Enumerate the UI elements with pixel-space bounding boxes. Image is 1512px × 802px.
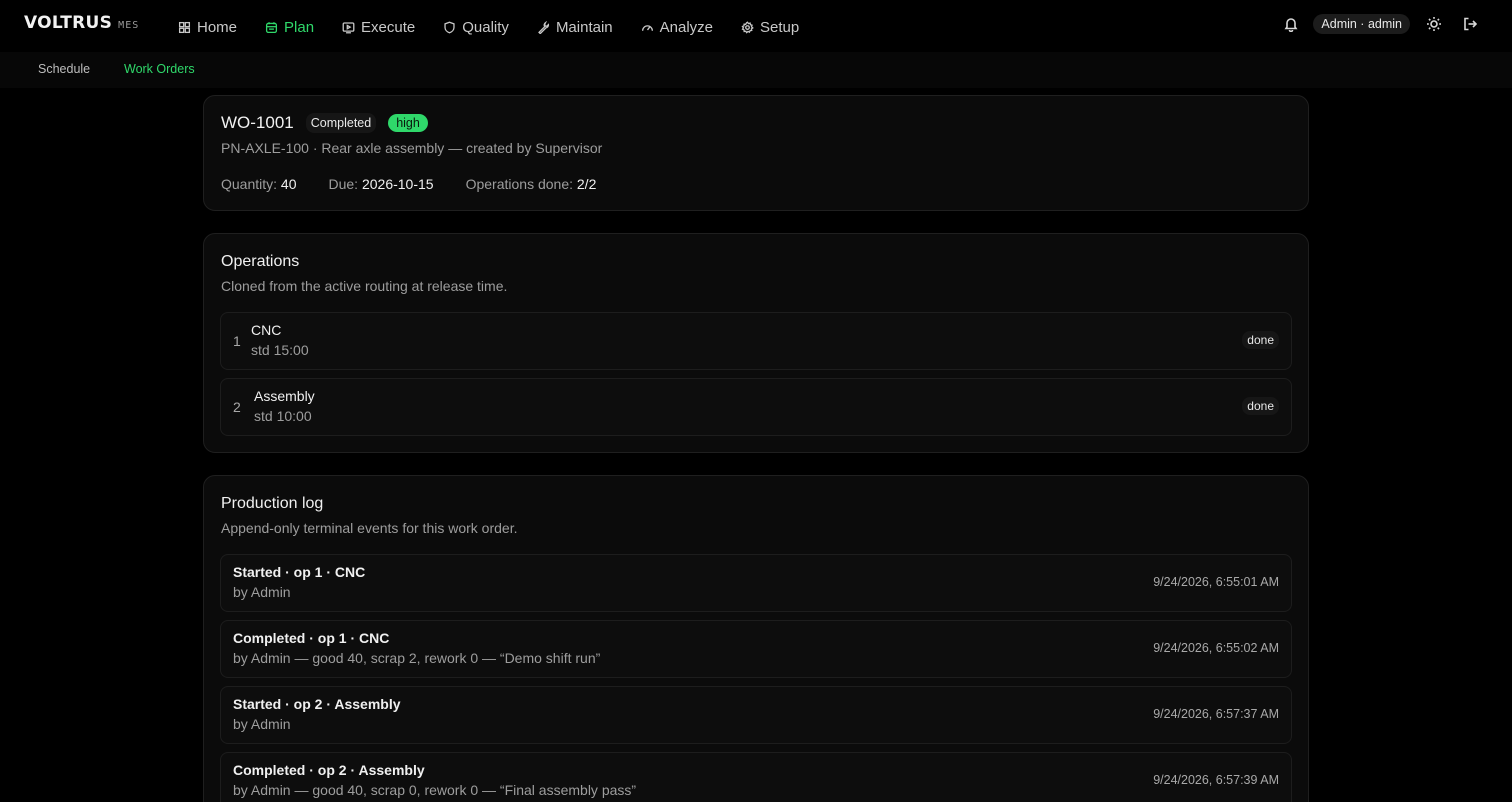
- wrench-icon: [538, 20, 549, 34]
- nav-label: Quality: [462, 18, 509, 36]
- operation-status-badge: done: [1242, 331, 1279, 349]
- calendar-icon: [265, 21, 278, 33]
- work-order-id: WO-1001: [221, 113, 294, 132]
- quantity-label: Quantity:: [221, 176, 278, 192]
- log-entry-title: Started · op 1 · CNC: [233, 564, 366, 580]
- operations-done-value: 2/2: [576, 176, 597, 192]
- operations-done-stat: Operations done: 2/2: [466, 176, 597, 192]
- log-entry-title: Started · op 2 · Assembly: [233, 696, 401, 712]
- brand-logo[interactable]: VOLTRUS MES: [24, 13, 139, 33]
- operation-status-badge: done: [1242, 397, 1279, 415]
- quantity-value: 40: [280, 176, 297, 192]
- priority-badge: high: [388, 114, 428, 132]
- production-log-title: Production log: [221, 495, 324, 512]
- quantity-stat: Quantity: 40: [221, 176, 297, 192]
- operation-std-time: std 10:00: [254, 408, 312, 424]
- log-entry[interactable]: Started · op 1 · CNC by Admin 9/24/2026,…: [220, 554, 1292, 612]
- gear-icon: [741, 20, 754, 34]
- status-badge: Completed: [305, 113, 377, 133]
- nav-setup[interactable]: Setup: [733, 14, 807, 40]
- log-entry[interactable]: Started · op 2 · Assembly by Admin 9/24/…: [220, 686, 1292, 744]
- top-right-controls: Admin · admin: [1279, 12, 1482, 36]
- brand-suffix: MES: [118, 20, 140, 31]
- operation-name: Assembly: [254, 388, 315, 404]
- operation-number: 2: [233, 399, 241, 415]
- brand-name: VOLTRUS: [24, 13, 113, 33]
- work-order-stats: Quantity: 40 Due: 2026-10-15 Operations …: [221, 176, 628, 192]
- play-icon: [342, 21, 355, 33]
- work-order-header: WO-1001 Completed high: [221, 113, 428, 133]
- log-entry-time: 9/24/2026, 6:57:37 AM: [1153, 707, 1279, 721]
- operations-title: Operations: [221, 253, 300, 270]
- production-log-description: Append-only terminal events for this wor…: [221, 520, 518, 536]
- log-entry-time: 9/24/2026, 6:55:02 AM: [1153, 641, 1279, 655]
- nav-label: Analyze: [659, 18, 714, 36]
- operation-number: 1: [233, 333, 241, 349]
- shield-icon: [444, 21, 455, 33]
- nav-label: Maintain: [555, 18, 613, 36]
- logout-icon[interactable]: [1458, 12, 1482, 36]
- nav-label: Home: [197, 18, 238, 36]
- sun-icon[interactable]: [1422, 12, 1446, 36]
- work-order-card: WO-1001 Completed high PN-AXLE-100 · Rea…: [203, 95, 1309, 211]
- grid-icon: [178, 21, 191, 33]
- operation-name: CNC: [251, 322, 282, 338]
- log-entry-title: Completed · op 2 · Assembly: [233, 762, 425, 778]
- sub-nav: Schedule Work Orders: [0, 52, 1512, 88]
- log-entry-title: Completed · op 1 · CNC: [233, 630, 390, 646]
- log-entry-time: 9/24/2026, 6:55:01 AM: [1153, 575, 1279, 589]
- bell-icon[interactable]: [1279, 12, 1303, 36]
- nav-label: Setup: [760, 18, 800, 36]
- log-entry[interactable]: Completed · op 1 · CNC by Admin — good 4…: [220, 620, 1292, 678]
- due-stat: Due: 2026-10-15: [329, 176, 434, 192]
- log-entry-detail: by Admin: [233, 584, 291, 600]
- tab-schedule[interactable]: Schedule: [38, 62, 90, 76]
- gauge-icon: [641, 24, 653, 31]
- operations-card: Operations Cloned from the active routin…: [203, 233, 1309, 453]
- nav-home[interactable]: Home: [170, 14, 245, 40]
- main-nav: Home Plan Execute Quality Maintain Analy…: [170, 14, 819, 40]
- operation-row[interactable]: 1 CNC std 15:00 done: [220, 312, 1292, 370]
- due-value: 2026-10-15: [361, 176, 434, 192]
- user-menu[interactable]: Admin · admin: [1313, 14, 1410, 34]
- log-entry-detail: by Admin: [233, 716, 291, 732]
- operations-done-label: Operations done:: [465, 176, 573, 192]
- nav-analyze[interactable]: Analyze: [633, 14, 721, 40]
- nav-maintain[interactable]: Maintain: [529, 14, 621, 40]
- nav-plan[interactable]: Plan: [257, 14, 322, 40]
- nav-quality[interactable]: Quality: [435, 14, 517, 40]
- log-entry-detail: by Admin — good 40, scrap 2, rework 0 — …: [233, 650, 601, 666]
- nav-execute[interactable]: Execute: [334, 14, 423, 40]
- log-entry[interactable]: Completed · op 2 · Assembly by Admin — g…: [220, 752, 1292, 802]
- log-entry-detail: by Admin — good 40, scrap 0, rework 0 — …: [233, 782, 637, 798]
- operation-std-time: std 15:00: [251, 342, 309, 358]
- operations-description: Cloned from the active routing at releas…: [221, 278, 508, 294]
- due-label: Due:: [328, 176, 359, 192]
- log-entry-time: 9/24/2026, 6:57:39 AM: [1153, 773, 1279, 787]
- operation-row[interactable]: 2 Assembly std 10:00 done: [220, 378, 1292, 436]
- nav-label: Plan: [284, 18, 315, 36]
- tab-work-orders[interactable]: Work Orders: [124, 62, 195, 76]
- production-log-card: Production log Append-only terminal even…: [203, 475, 1309, 802]
- work-order-subtitle: PN-AXLE-100 · Rear axle assembly — creat…: [221, 140, 603, 156]
- top-bar: VOLTRUS MES Home Plan Execute Quality Ma…: [0, 0, 1512, 52]
- nav-label: Execute: [361, 18, 416, 36]
